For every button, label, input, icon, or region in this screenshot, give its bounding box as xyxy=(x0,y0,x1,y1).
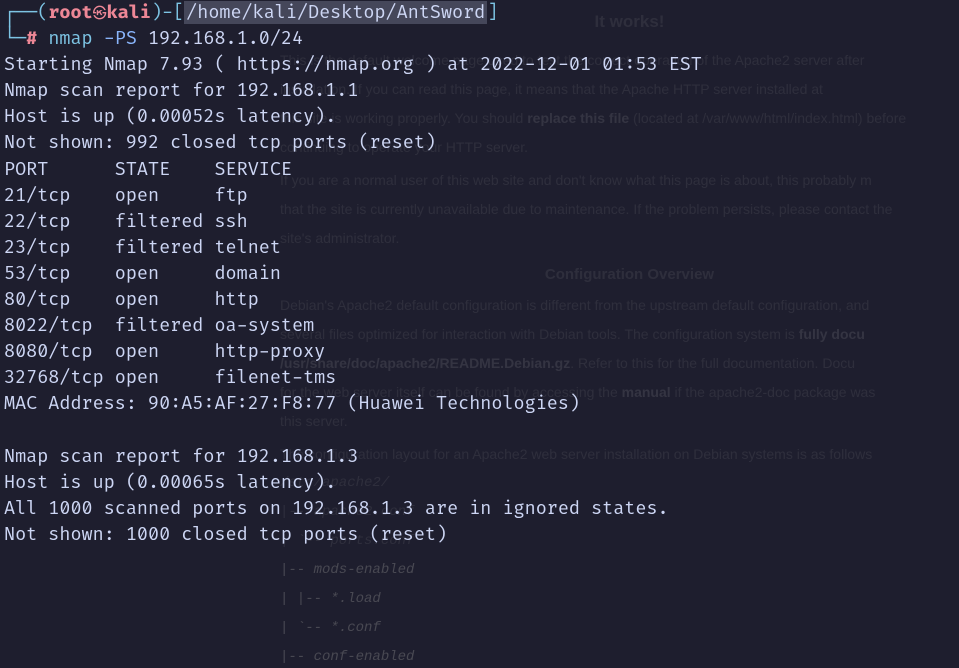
port-row: 22/tcp filtered ssh xyxy=(4,210,248,233)
host-up-line: Host is up (0.00052s latency). xyxy=(4,105,336,128)
nmap-start-line: Starting Nmap 7.93 ( https://nmap.org ) … xyxy=(4,53,702,76)
skull-icon: ㉿ xyxy=(93,6,107,23)
command-target: 192.168.1.0/24 xyxy=(148,27,303,50)
bg-tree: | `-- *.conf xyxy=(280,618,939,639)
nmap-report-line: Nmap scan report for 192.168.1.1 xyxy=(4,79,358,102)
command-name: nmap xyxy=(48,27,92,50)
nmap-report-line: Nmap scan report for 192.168.1.3 xyxy=(4,445,358,468)
prompt-user: root xyxy=(48,1,92,24)
host-up-line: Host is up (0.00065s latency). xyxy=(4,471,336,494)
port-row: 8022/tcp filtered oa-system xyxy=(4,314,314,337)
bg-tree: |-- mods-enabled xyxy=(280,560,939,581)
bg-tree: | |-- *.load xyxy=(280,589,939,610)
port-row: 21/tcp open ftp xyxy=(4,184,248,207)
prompt-decoration: ] xyxy=(487,1,498,24)
port-row: 8080/tcp open http-proxy xyxy=(4,340,325,363)
port-row: 80/tcp open http xyxy=(4,288,259,311)
not-shown-line: Not shown: 992 closed tcp ports (reset) xyxy=(4,131,436,154)
bg-tree: |-- conf-enabled xyxy=(280,647,939,668)
command-flag: -PS xyxy=(104,27,137,50)
port-row: 53/tcp open domain xyxy=(4,262,281,285)
prompt-decoration: ┌──( xyxy=(4,1,48,24)
prompt-cwd: /home/kali/Desktop/AntSword xyxy=(184,1,487,24)
port-row: 23/tcp filtered telnet xyxy=(4,236,281,259)
mac-line: MAC Address: 90:A5:AF:27:F8:77 (Huawei T… xyxy=(4,392,580,415)
prompt-decoration: )-[ xyxy=(151,1,184,24)
prompt-hash: # xyxy=(26,27,37,50)
not-shown-line: Not shown: 1000 closed tcp ports (reset) xyxy=(4,523,447,546)
ignored-states-line: All 1000 scanned ports on 192.168.1.3 ar… xyxy=(4,497,669,520)
prompt-host: kali xyxy=(107,1,151,24)
port-row: 32768/tcp open filenet-tms xyxy=(4,366,336,389)
prompt-decoration: └─ xyxy=(4,27,26,50)
terminal-window[interactable]: ┌──(root㉿kali)-[/home/kali/Desktop/AntSw… xyxy=(0,0,959,549)
port-header: PORT STATE SERVICE xyxy=(4,158,292,181)
